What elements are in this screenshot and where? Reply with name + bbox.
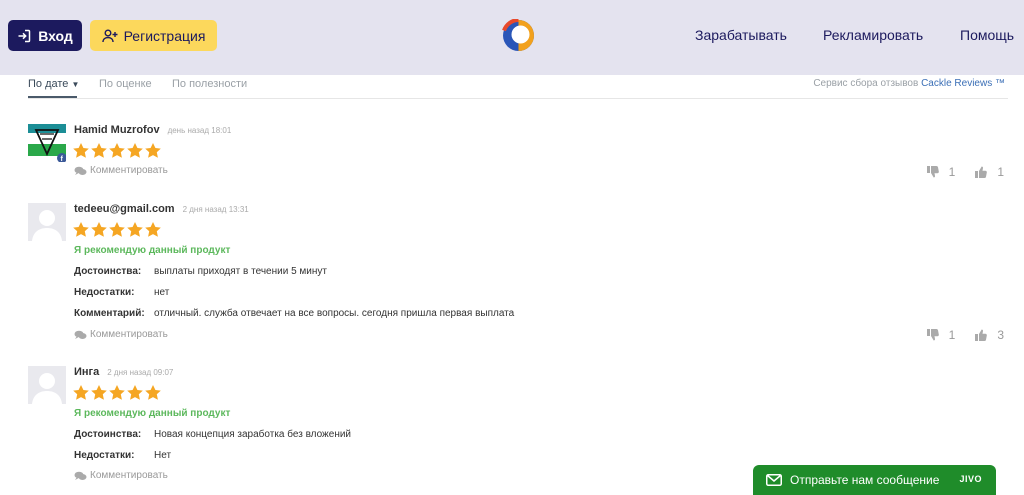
field-value: Новая концепция заработка без вложений xyxy=(154,429,352,440)
comment-link[interactable]: Комментировать xyxy=(74,165,168,176)
nav-advertise[interactable]: Рекламировать xyxy=(823,27,923,43)
jivo-logo: JIVO xyxy=(959,474,982,484)
field-label: Недостатки: xyxy=(74,287,135,298)
star-icon xyxy=(145,385,161,400)
register-button[interactable]: Регистрация xyxy=(90,20,217,51)
star-icon xyxy=(109,143,125,158)
star-icon xyxy=(73,222,89,237)
default-avatar-icon xyxy=(32,210,62,241)
avatar[interactable] xyxy=(28,366,66,404)
comment-link[interactable]: Комментировать xyxy=(74,329,168,340)
rating-stars xyxy=(72,221,162,238)
review-field-pros: Достоинства: Новая концепция заработка бе… xyxy=(74,429,351,440)
thumbs-up-icon xyxy=(975,329,988,341)
tab-by-date-label: По дате xyxy=(28,78,69,90)
field-label: Комментарий: xyxy=(74,308,145,319)
star-icon xyxy=(109,222,125,237)
star-icon xyxy=(127,222,143,237)
recommend-text: Я рекомендую данный продукт xyxy=(74,408,231,419)
star-icon xyxy=(91,385,107,400)
dislike-button[interactable]: 1 xyxy=(926,165,956,179)
dislike-count: 1 xyxy=(948,165,956,179)
nav-help[interactable]: Помощь xyxy=(960,27,1014,43)
field-label: Недостатки: xyxy=(74,450,135,461)
star-icon xyxy=(73,143,89,158)
star-icon xyxy=(91,143,107,158)
comment-label: Комментировать xyxy=(90,329,168,340)
dislike-count: 1 xyxy=(948,328,956,342)
avatar[interactable] xyxy=(28,203,66,241)
mail-icon xyxy=(766,474,782,486)
review-item: tedeeu@gmail.com 2 дня назад 13:31 Я реко… xyxy=(28,203,1008,343)
speech-bubble-icon xyxy=(74,471,87,480)
review-field-cons: Недостатки: нет xyxy=(74,287,169,298)
chat-widget-label: Отправьте нам сообщение xyxy=(790,473,940,487)
field-label: Достоинства: xyxy=(74,429,142,440)
nav-earn[interactable]: Зарабатывать xyxy=(695,27,787,43)
review-field-pros: Достоинства: выплаты приходят в течении 5… xyxy=(74,266,327,277)
tab-by-usefulness[interactable]: По полезности xyxy=(172,78,247,90)
field-value: Нет xyxy=(154,450,172,461)
default-avatar-icon xyxy=(32,373,62,404)
review-field-cons: Недостатки: Нет xyxy=(74,450,171,461)
star-icon xyxy=(127,143,143,158)
add-user-icon xyxy=(101,29,118,42)
star-icon xyxy=(91,222,107,237)
like-button[interactable]: 1 xyxy=(975,165,1004,179)
like-count: 1 xyxy=(997,165,1004,179)
review-field-comment: Комментарий: отличный. служба отвечает на… xyxy=(74,308,514,319)
active-tab-underline xyxy=(28,96,77,98)
thumbs-down-icon xyxy=(926,166,939,178)
register-label: Регистрация xyxy=(123,27,206,44)
review-date: день назад 18:01 xyxy=(167,126,232,135)
comment-label: Комментировать xyxy=(90,165,168,176)
speech-bubble-icon xyxy=(74,330,87,339)
login-icon xyxy=(18,29,31,42)
author-name: tedeeu@gmail.com xyxy=(74,203,175,215)
field-value: выплаты приходят в течении 5 минут xyxy=(154,266,327,277)
recommend-text: Я рекомендую данный продукт xyxy=(74,245,231,256)
review-author: Инга 2 дня назад 09:07 xyxy=(74,366,173,378)
star-icon xyxy=(145,222,161,237)
login-button[interactable]: Вход xyxy=(8,20,82,51)
review-author: tedeeu@gmail.com 2 дня назад 13:31 xyxy=(74,203,249,215)
login-label: Вход xyxy=(38,27,73,44)
like-count: 3 xyxy=(997,328,1004,342)
review-votes: 1 3 xyxy=(926,328,1004,342)
speech-bubble-icon xyxy=(74,166,87,175)
field-label: Достоинства: xyxy=(74,266,142,277)
comment-label: Комментировать xyxy=(90,470,168,481)
rating-stars xyxy=(72,142,162,159)
thumbs-down-icon xyxy=(926,329,939,341)
dislike-button[interactable]: 1 xyxy=(926,328,956,342)
review-date: 2 дня назад 13:31 xyxy=(182,205,249,214)
star-icon xyxy=(145,143,161,158)
avatar[interactable]: f xyxy=(28,124,66,162)
review-author: Hamid Muzrofov день назад 18:01 xyxy=(74,124,231,136)
chat-widget-button[interactable]: Отправьте нам сообщение JIVO xyxy=(753,465,996,495)
site-logo[interactable] xyxy=(502,19,535,52)
service-credit: Сервис сбора отзывов Cackle Reviews ™ xyxy=(813,78,1005,89)
field-value: отличный. служба отвечает на все вопросы… xyxy=(154,308,515,319)
rating-stars xyxy=(72,384,162,401)
like-button[interactable]: 3 xyxy=(975,328,1004,342)
caret-down-icon: ▼ xyxy=(71,80,80,89)
comment-link[interactable]: Комментировать xyxy=(74,470,168,481)
site-header: Вход Регистрация Зарабатывать Рекламиров… xyxy=(0,0,1024,75)
tab-by-rating[interactable]: По оценке xyxy=(99,78,152,90)
star-icon xyxy=(73,385,89,400)
tab-by-date[interactable]: По дате ▼ xyxy=(28,78,79,90)
star-icon xyxy=(127,385,143,400)
star-icon xyxy=(109,385,125,400)
review-item: f Hamid Muzrofov день назад 18:01 Коммент… xyxy=(28,124,1008,184)
field-value: нет xyxy=(154,287,170,298)
cackle-reviews-link[interactable]: Cackle Reviews ™ xyxy=(921,78,1005,89)
review-votes: 1 1 xyxy=(926,165,1004,179)
author-name: Инга xyxy=(74,366,100,378)
sort-tabs: По дате ▼ По оценке По полезности Сервис… xyxy=(28,75,1008,99)
author-name: Hamid Muzrofov xyxy=(74,124,160,136)
service-prefix: Сервис сбора отзывов xyxy=(813,78,919,89)
thumbs-up-icon xyxy=(975,166,988,178)
review-date: 2 дня назад 09:07 xyxy=(107,368,174,377)
